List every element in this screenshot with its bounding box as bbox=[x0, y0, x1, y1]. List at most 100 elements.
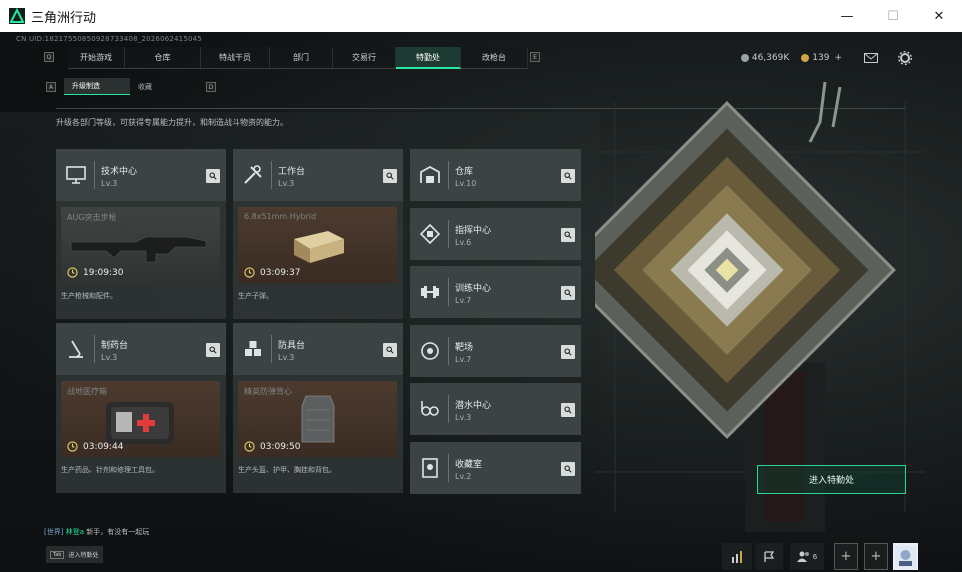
dept-card-3[interactable]: 防具台 Lv.3 精英防弹背心 03:09:50 生产头盔、护甲、胸挂和背包。 bbox=[233, 323, 403, 493]
search-icon[interactable] bbox=[561, 286, 575, 300]
dept-name: 靶场 bbox=[455, 342, 474, 353]
dept-level: Lv.7 bbox=[455, 296, 472, 305]
invite-slot-1-button[interactable]: + bbox=[834, 543, 858, 570]
nav-tab-3[interactable]: 部门 bbox=[270, 47, 333, 69]
subtab-label: 升级制造 bbox=[72, 82, 100, 90]
search-icon[interactable] bbox=[206, 343, 220, 357]
tab-enter-hint-button[interactable]: Tab 进入特勤处 bbox=[46, 546, 103, 563]
page-description: 升级各部门等级，可获得专属能力提升，和制造战斗物资的能力。 bbox=[56, 118, 288, 127]
separator bbox=[94, 335, 95, 363]
dept-card-header[interactable]: 仓库 Lv.10 bbox=[410, 149, 581, 201]
plus-icon: + bbox=[840, 549, 852, 564]
production-slot[interactable]: 6.8x51mm Hybrid 03:09:37 bbox=[238, 207, 397, 283]
dept-description: 生产药品、针剂和修理工具包。 bbox=[61, 466, 159, 474]
nav-tab-4[interactable]: 交易行 bbox=[333, 47, 396, 69]
dept-level: Lv.3 bbox=[101, 179, 118, 188]
dept-level: Lv.2 bbox=[455, 471, 472, 481]
production-timer: 19:09:30 bbox=[67, 267, 123, 278]
production-slot[interactable]: AUG突击步枪 19:09:30 bbox=[61, 207, 220, 283]
dept-card-small-5[interactable]: 收藏室 Lv.2 bbox=[410, 441, 581, 494]
special-ops-cube-artwork bbox=[595, 81, 925, 532]
subtab-prev-key[interactable]: A bbox=[46, 82, 56, 92]
nav-tab-2[interactable]: 特战干员 bbox=[201, 47, 270, 69]
friends-button[interactable]: 6 bbox=[790, 543, 824, 570]
diving-icon bbox=[421, 401, 439, 416]
subtab-next-key[interactable]: D bbox=[206, 82, 216, 92]
dept-card-header[interactable]: 制药台 Lv.3 bbox=[56, 323, 226, 375]
invite-slot-2-button[interactable]: + bbox=[864, 543, 888, 570]
maximize-button[interactable]: ☐ bbox=[870, 0, 916, 32]
dept-level: Lv.6 bbox=[455, 237, 472, 247]
close-button[interactable]: ✕ bbox=[916, 0, 962, 32]
chat-user[interactable]: 林登a bbox=[66, 528, 84, 536]
add-currency-button[interactable]: + bbox=[834, 53, 842, 63]
dept-name: 技术中心 bbox=[101, 167, 138, 177]
dept-level: Lv.3 bbox=[278, 353, 295, 362]
search-icon[interactable] bbox=[561, 169, 575, 183]
dept-card-1[interactable]: 工作台 Lv.3 6.8x51mm Hybrid 03:09:37 生产子弹。 bbox=[233, 149, 403, 319]
dept-card-header[interactable]: 收藏室 Lv.2 bbox=[410, 441, 581, 494]
dept-card-header[interactable]: 靶场 Lv.7 bbox=[410, 324, 581, 377]
dept-card-2[interactable]: 制药台 Lv.3 战地医疗箱 03:09:44 生产药品、针剂和修理工具包。 bbox=[56, 323, 226, 493]
coins-amount: 46,369K bbox=[751, 53, 790, 63]
minimize-button[interactable]: — bbox=[824, 0, 870, 32]
dept-card-header[interactable]: 防具台 Lv.3 bbox=[233, 323, 403, 375]
dept-card-header[interactable]: 潜水中心 Lv.3 bbox=[410, 383, 581, 435]
dept-card-header[interactable]: 指挥中心 Lv.6 bbox=[410, 207, 581, 260]
search-icon[interactable] bbox=[561, 461, 575, 476]
tickets-amount: 139 bbox=[812, 53, 830, 63]
app-logo-icon bbox=[9, 8, 25, 24]
dept-card-small-4[interactable]: 潜水中心 Lv.3 bbox=[410, 383, 581, 435]
dept-card-header[interactable]: 训练中心 Lv.7 bbox=[410, 266, 581, 318]
nav-prev-key[interactable]: Q bbox=[44, 52, 54, 62]
dept-level: Lv.10 bbox=[455, 179, 477, 188]
command-icon bbox=[419, 223, 441, 244]
coin-icon bbox=[740, 54, 749, 62]
nav-tab-1[interactable]: 仓库 bbox=[125, 47, 201, 69]
timer-value: 03:09:44 bbox=[83, 441, 124, 452]
search-icon[interactable] bbox=[206, 169, 220, 183]
monitor-icon bbox=[66, 166, 86, 184]
separator bbox=[448, 453, 449, 482]
tab-hint-label: 进入特勤处 bbox=[68, 552, 99, 559]
dept-card-small-2[interactable]: 训练中心 Lv.7 bbox=[410, 266, 581, 318]
subtab-bar: 升级制造 收藏 bbox=[64, 78, 192, 95]
search-icon[interactable] bbox=[383, 343, 397, 357]
friends-count: 6 bbox=[812, 552, 818, 561]
dept-name: 指挥中心 bbox=[455, 225, 492, 236]
enter-special-ops-button[interactable]: 进入特勤处 bbox=[757, 465, 906, 494]
dept-description: 生产头盔、护甲、胸挂和背包。 bbox=[238, 466, 336, 474]
search-icon[interactable] bbox=[383, 169, 397, 183]
flag-button[interactable] bbox=[755, 543, 783, 570]
production-slot[interactable]: 战地医疗箱 03:09:44 bbox=[61, 381, 220, 457]
subtab-1[interactable]: 收藏 bbox=[130, 78, 192, 95]
dept-card-small-3[interactable]: 靶场 Lv.7 bbox=[410, 324, 581, 377]
dept-name: 制药台 bbox=[101, 341, 129, 351]
stats-button[interactable] bbox=[722, 543, 752, 570]
separator bbox=[448, 395, 449, 423]
chat-channel[interactable]: [世界] bbox=[44, 528, 63, 536]
nav-tab-6[interactable]: 改枪台 bbox=[461, 47, 528, 69]
settings-gear-icon[interactable] bbox=[898, 51, 912, 65]
search-icon[interactable] bbox=[561, 227, 575, 242]
dept-card-small-1[interactable]: 指挥中心 Lv.6 bbox=[410, 207, 581, 260]
search-icon[interactable] bbox=[561, 344, 575, 359]
player-avatar[interactable] bbox=[893, 543, 918, 570]
separator bbox=[271, 335, 272, 363]
nav-tab-0[interactable]: 开始游戏 bbox=[68, 47, 125, 69]
nav-tab-5[interactable]: 特勤处 bbox=[396, 47, 461, 69]
dept-card-header[interactable]: 工作台 Lv.3 bbox=[233, 149, 403, 201]
dept-card-small-0[interactable]: 仓库 Lv.10 bbox=[410, 149, 581, 201]
dept-name: 潜水中心 bbox=[455, 401, 492, 411]
dept-card-0[interactable]: 技术中心 Lv.3 AUG突击步枪 19:09:30 生产枪械和配件。 bbox=[56, 149, 226, 319]
search-icon[interactable] bbox=[561, 403, 575, 417]
mail-icon[interactable] bbox=[864, 53, 878, 63]
dept-level: Lv.3 bbox=[455, 413, 472, 422]
separator bbox=[448, 161, 449, 189]
dept-description: 生产枪械和配件。 bbox=[61, 292, 117, 300]
nav-next-key[interactable]: E bbox=[530, 52, 540, 62]
production-slot[interactable]: 精英防弹背心 03:09:50 bbox=[238, 381, 397, 457]
subtab-0[interactable]: 升级制造 bbox=[64, 78, 130, 95]
production-timer: 03:09:50 bbox=[244, 441, 300, 452]
dept-card-header[interactable]: 技术中心 Lv.3 bbox=[56, 149, 226, 201]
